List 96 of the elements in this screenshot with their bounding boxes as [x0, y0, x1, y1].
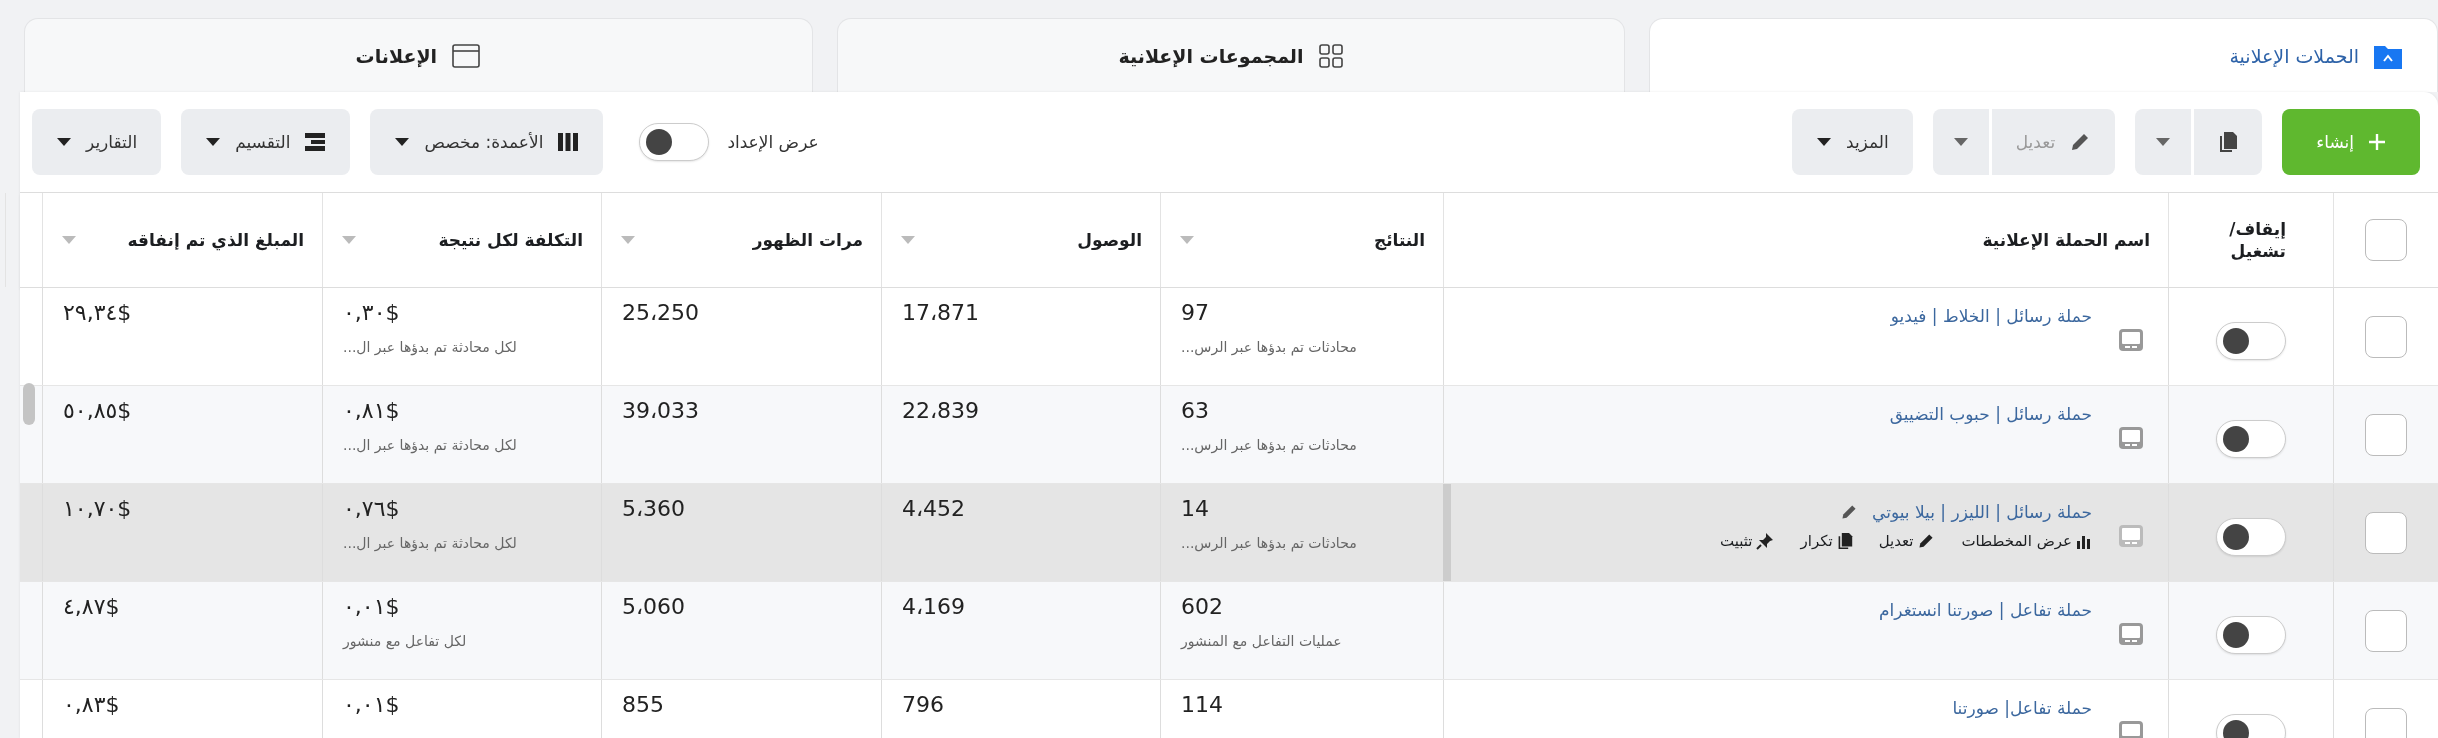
row-action-link[interactable]: تكرار: [1800, 532, 1853, 550]
cost-value: ٠,٣٠$: [343, 300, 400, 325]
more-button[interactable]: المزيد: [1791, 109, 1913, 175]
results-value: 97: [1181, 300, 1209, 325]
monitor-icon: [2118, 524, 2144, 548]
campaign-name-link[interactable]: حملة رسائل | حبوب التضييق: [1889, 404, 2092, 424]
cost-value: ٠,٨١$: [343, 398, 400, 423]
results-label: محادثات تم بدؤها عبر الرس...: [1181, 535, 1357, 551]
caret-icon: [1952, 137, 1969, 147]
reach-value: 796: [902, 692, 944, 717]
duplicate-button[interactable]: [2194, 109, 2263, 175]
caret-icon: [1815, 137, 1832, 147]
spent-value: ٠,٨٣$: [63, 692, 120, 717]
campaign-toggle[interactable]: [2216, 615, 2286, 654]
impressions-value: 5،360: [622, 496, 686, 521]
cost-label: لكل محادثة تم بدؤها عبر ال...: [343, 339, 517, 355]
row-action-link[interactable]: عرض المخططات: [1961, 532, 2092, 550]
reach-value: 17،871: [902, 300, 980, 325]
campaign-toggle[interactable]: [2216, 321, 2286, 360]
sort-caret-icon: [620, 235, 636, 245]
pin-icon: [1756, 532, 1775, 550]
campaign-name-link[interactable]: حملة تفاعل| صورتنا: [1952, 698, 2092, 718]
spent-value: ٥٠,٨٥$: [63, 398, 132, 423]
preview-label: عرض الإعداد: [727, 132, 819, 152]
caret-icon: [205, 137, 222, 147]
monitor-icon: [2118, 328, 2144, 352]
spent-value: ١٠,٧٠$: [63, 496, 132, 521]
campaign-name-link[interactable]: حملة رسائل | الخلاط | فيديو: [1890, 306, 2092, 326]
reports-button[interactable]: التقارير: [32, 109, 162, 175]
copy-icon: [2218, 131, 2239, 153]
results-value: 114: [1181, 692, 1223, 717]
impressions-value: 5،060: [622, 594, 686, 619]
bar-chart-icon: [2076, 533, 2092, 549]
column-header[interactable]: الوصول: [1077, 230, 1142, 250]
spent-value: ٢٩,٣٤$: [63, 300, 132, 325]
pencil-icon[interactable]: [1840, 503, 1858, 521]
results-value: 63: [1181, 398, 1209, 423]
results-label: محادثات تم بدؤها عبر الرس...: [1181, 339, 1357, 355]
cost-label: لكل محادثة تم بدؤها عبر ال...: [343, 437, 517, 453]
tab[interactable]: الحملات الإعلانية: [1649, 18, 2438, 92]
sort-caret-icon: [1179, 235, 1195, 245]
column-header[interactable]: اسم الحملة الإعلانية: [1982, 230, 2150, 250]
cost-value: ٠,٧٦$: [343, 496, 400, 521]
impressions-value: 25،250: [622, 300, 700, 325]
select-all-checkbox[interactable]: [2365, 219, 2407, 261]
row-checkbox[interactable]: [2365, 511, 2407, 554]
column-header[interactable]: المبلغ الذي تم إنفاقه: [127, 230, 304, 250]
cost-label: لكل تفاعل مع منشور: [343, 633, 467, 649]
reach-value: 4،169: [902, 594, 966, 619]
breakdown-icon: [304, 132, 327, 152]
tab[interactable]: المجموعات الإعلانية: [836, 18, 1626, 92]
caret-icon: [394, 137, 411, 147]
column-header[interactable]: إيقاف/ تشغيل: [2216, 217, 2286, 263]
row-action-link[interactable]: تثبيت: [1720, 532, 1775, 550]
campaign-toggle[interactable]: [2216, 517, 2286, 556]
results-label: عمليات التفاعل مع المنشور: [1181, 633, 1342, 649]
breakdown-button[interactable]: التقسيم: [181, 109, 351, 175]
window-icon: [451, 42, 482, 69]
monitor-icon: [2118, 426, 2144, 450]
monitor-icon: [2118, 622, 2144, 646]
columns-button[interactable]: الأعمدة: مخصص: [370, 109, 604, 175]
edit-dropdown[interactable]: [1932, 109, 1989, 175]
reach-value: 22،839: [902, 398, 980, 423]
sort-caret-icon: [900, 235, 916, 245]
results-value: 14: [1181, 496, 1209, 521]
impressions-value: 39،033: [622, 398, 700, 423]
preview-toggle[interactable]: [639, 123, 710, 161]
tab[interactable]: الإعلانات: [24, 18, 813, 92]
copy-icon: [1836, 532, 1853, 550]
cost-label: لكل محادثة تم بدؤها عبر ال...: [343, 535, 517, 551]
row-checkbox[interactable]: [2365, 315, 2407, 358]
row-action-link[interactable]: تعديل: [1878, 532, 1936, 550]
row-checkbox[interactable]: [2365, 609, 2407, 652]
impressions-value: 855: [622, 692, 664, 717]
sort-caret-icon: [61, 235, 77, 245]
cost-value: ٠,٠١$: [343, 692, 400, 717]
plus-icon: [2368, 133, 2386, 151]
grid-icon: [1317, 42, 1344, 69]
scrollbar-thumb[interactable]: [23, 383, 35, 425]
results-value: 602: [1181, 594, 1223, 619]
row-checkbox[interactable]: [2365, 413, 2407, 456]
columns-icon: [557, 132, 580, 152]
sort-caret-icon: [341, 235, 357, 245]
caret-icon: [56, 137, 72, 147]
cost-value: ٠,٠١$: [343, 594, 400, 619]
column-header[interactable]: النتائج: [1373, 230, 1425, 250]
row-checkbox[interactable]: [2365, 707, 2407, 738]
campaign-name-link[interactable]: حملة تفاعل | صورتنا انستغرام: [1879, 600, 2092, 620]
campaign-name-link[interactable]: حملة رسائل | الليزر | بيلا بيوتي: [1872, 502, 2092, 522]
column-header[interactable]: التكلفة لكل نتيجة: [438, 230, 583, 250]
results-label: محادثات تم بدؤها عبر الرس...: [1181, 437, 1357, 453]
column-header[interactable]: مرات الظهور: [752, 230, 863, 250]
reach-value: 4،452: [902, 496, 966, 521]
spent-value: ٤,٨٧$: [63, 594, 120, 619]
campaign-toggle[interactable]: [2216, 419, 2286, 458]
caret-icon: [2155, 137, 2172, 147]
